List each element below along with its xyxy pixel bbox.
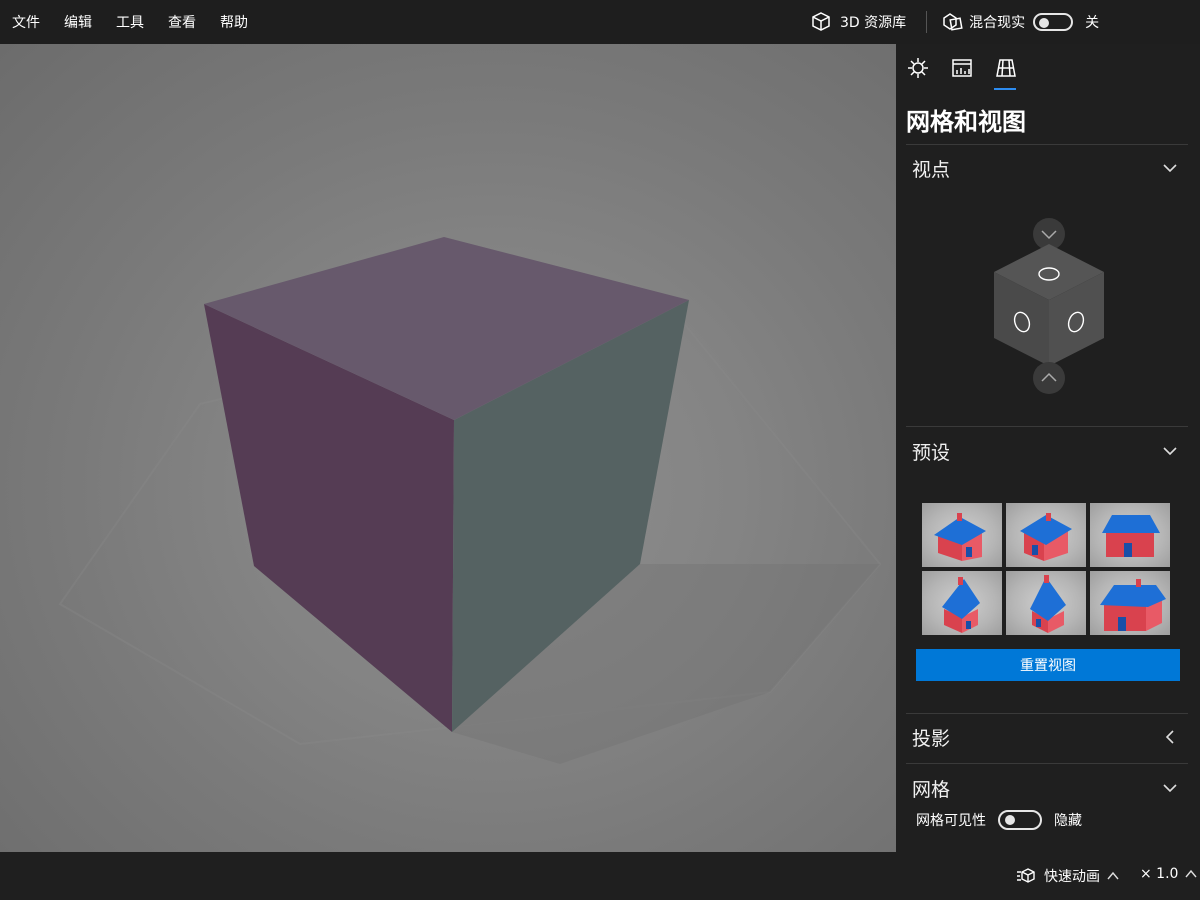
preset-view[interactable] (922, 571, 1002, 635)
menu-file[interactable]: 文件 (12, 12, 40, 32)
divider (906, 144, 1188, 145)
3d-canvas[interactable] (0, 44, 896, 852)
3d-library-label: 3D 资源库 (840, 15, 907, 31)
house-icon (1030, 575, 1066, 633)
quick-animation-label: 快速动画 (1044, 869, 1100, 885)
chevron-up-icon (1185, 869, 1197, 878)
divider (906, 713, 1188, 714)
grid-view-icon[interactable] (994, 56, 1018, 80)
preset-view[interactable] (1090, 571, 1170, 635)
mixed-reality-control: 混合现实 关 (941, 11, 1099, 33)
lighting-icon[interactable] (906, 56, 930, 80)
house-icon (1020, 513, 1072, 561)
mixed-reality-toggle[interactable] (1033, 13, 1074, 31)
divider (906, 426, 1188, 427)
house-icon (1100, 579, 1166, 631)
chevron-up-icon (1107, 871, 1119, 880)
scene-svg (58, 237, 882, 764)
grid-visibility-label: 网格可见性 (916, 813, 986, 829)
cube-box-icon (812, 12, 830, 31)
chevron-down-icon (1163, 447, 1177, 456)
stats-icon[interactable] (950, 56, 974, 80)
divider (906, 763, 1188, 764)
side-panel: 网格和视图 视点 预设 重置视图 投影 网格 网格可见性 隐藏 (896, 44, 1200, 852)
house-icon (942, 577, 980, 633)
panel-tabs (896, 44, 1200, 92)
grid-visibility-row: 网格可见性 隐藏 (916, 810, 1082, 830)
menu-view[interactable]: 查看 (168, 12, 196, 32)
chevron-down-icon (1163, 784, 1177, 793)
speed-value: × 1.0 (1140, 866, 1179, 882)
section-viewpoint[interactable]: 视点 (906, 153, 1188, 183)
preset-view[interactable] (922, 503, 1002, 567)
section-projection-label: 投影 (912, 727, 951, 750)
mixed-reality-icon (943, 13, 963, 31)
panel-title: 网格和视图 (906, 108, 1026, 136)
mixed-reality-state: 关 (1085, 15, 1100, 31)
section-grid-label: 网格 (912, 778, 951, 801)
reset-view-button[interactable]: 重置视图 (916, 649, 1180, 681)
menu-help[interactable]: 帮助 (220, 12, 248, 32)
chevron-down-icon (1163, 164, 1177, 173)
preset-view[interactable] (1006, 571, 1086, 635)
house-icon (1102, 515, 1160, 557)
3d-library-button[interactable]: 3D 资源库 (810, 11, 906, 33)
preset-view[interactable] (1006, 503, 1086, 567)
section-projection[interactable]: 投影 (906, 722, 1188, 752)
grid-visibility-toggle[interactable] (998, 810, 1042, 830)
house-icon (934, 513, 986, 561)
chevron-left-icon (1165, 730, 1174, 744)
top-right-controls: 3D 资源库 混合现实 关 (810, 0, 1099, 44)
section-grid[interactable]: 网格 (906, 773, 1188, 803)
menu-tools[interactable]: 工具 (116, 12, 144, 32)
section-presets[interactable]: 预设 (906, 436, 1188, 466)
section-presets-label: 预设 (912, 441, 951, 464)
mixed-reality-label: 混合现实 (969, 15, 1026, 31)
section-viewpoint-label: 视点 (912, 158, 951, 181)
speed-control[interactable]: × 1.0 (1140, 866, 1198, 882)
top-menu-bar: 文件 编辑 工具 查看 帮助 3D 资源库 混合现实 关 (0, 0, 1200, 44)
view-cube[interactable] (986, 218, 1110, 394)
divider (926, 11, 928, 33)
main-menu: 文件 编辑 工具 查看 帮助 (12, 12, 272, 32)
grid-visibility-state: 隐藏 (1054, 813, 1082, 829)
quick-animation-button[interactable]: 快速动画 (1016, 866, 1120, 886)
rotate-down-control[interactable] (1033, 362, 1065, 394)
menu-edit[interactable]: 编辑 (64, 12, 92, 32)
active-tab-indicator (994, 88, 1016, 90)
animation-cube-icon (1017, 868, 1035, 883)
status-bar: 快速动画 × 1.0 (0, 852, 1200, 900)
preset-view[interactable] (1090, 503, 1170, 567)
